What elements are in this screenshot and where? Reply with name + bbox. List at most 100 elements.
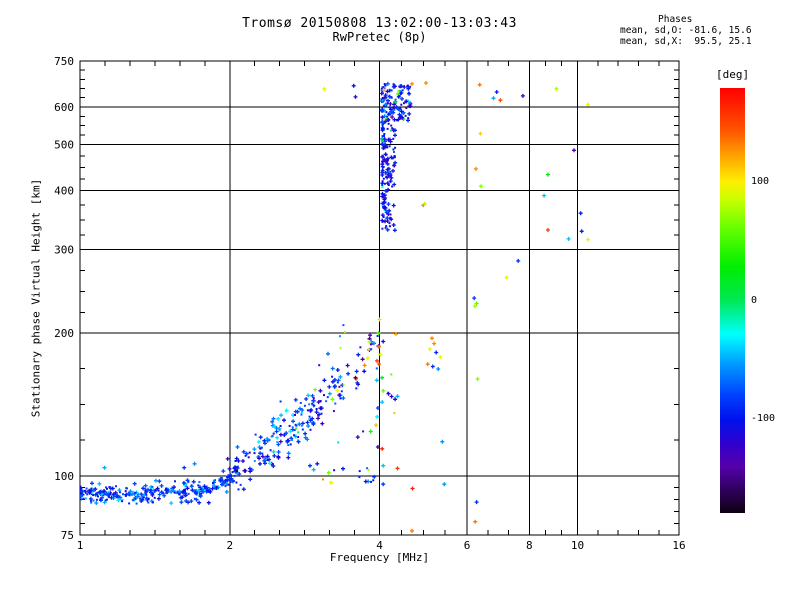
data-point <box>330 397 335 402</box>
data-point <box>261 452 264 455</box>
data-point <box>578 211 583 216</box>
data-point <box>385 175 388 178</box>
data-point <box>84 497 87 500</box>
data-point <box>335 388 340 393</box>
data-point <box>387 163 390 166</box>
data-point <box>326 396 329 399</box>
data-point <box>516 258 521 263</box>
data-point <box>380 375 385 380</box>
data-point <box>179 500 184 505</box>
data-point <box>104 493 107 496</box>
data-point <box>377 317 382 322</box>
data-point <box>315 461 320 466</box>
data-point <box>338 385 341 388</box>
data-point <box>378 352 383 357</box>
data-point <box>393 397 398 402</box>
data-point <box>403 102 405 105</box>
data-point <box>345 363 350 368</box>
data-point <box>121 500 124 503</box>
data-point <box>320 421 325 426</box>
data-point <box>338 374 343 379</box>
data-point <box>341 466 345 471</box>
data-point <box>472 296 477 301</box>
data-point <box>389 129 392 132</box>
data-point <box>355 435 360 440</box>
data-point <box>341 396 346 401</box>
data-point <box>89 499 92 502</box>
data-point <box>197 484 200 487</box>
y-tick-label: 500 <box>54 138 74 151</box>
data-point <box>299 402 302 404</box>
data-point <box>313 404 316 407</box>
data-point <box>491 96 496 101</box>
data-point <box>132 481 137 486</box>
data-point <box>145 493 148 496</box>
data-point <box>239 483 242 486</box>
data-point <box>325 400 328 403</box>
data-point <box>132 499 135 502</box>
data-point <box>115 485 117 488</box>
data-point <box>157 479 162 484</box>
data-point <box>424 81 428 85</box>
data-point <box>425 362 430 367</box>
data-point <box>184 488 187 491</box>
data-point <box>293 434 295 437</box>
data-point <box>278 439 283 444</box>
data-point <box>315 408 318 410</box>
data-point <box>382 177 385 180</box>
colorbar-label: [deg] <box>716 68 750 81</box>
data-point <box>398 85 401 88</box>
data-point <box>390 373 393 376</box>
data-point <box>365 356 370 361</box>
data-point <box>474 500 479 505</box>
data-point <box>376 331 381 336</box>
data-point <box>401 89 404 92</box>
data-point <box>151 501 154 504</box>
data-point <box>498 98 503 103</box>
x-axis-label: Frequency [MHz] <box>329 551 430 564</box>
data-point <box>380 164 385 169</box>
data-point <box>375 367 378 370</box>
data-point <box>478 131 483 136</box>
data-point <box>119 491 122 494</box>
data-point <box>327 391 332 396</box>
data-point <box>306 424 311 428</box>
data-point <box>193 497 196 500</box>
data-point <box>368 429 373 434</box>
data-point <box>370 480 372 483</box>
data-point <box>554 86 559 91</box>
data-point <box>228 476 231 479</box>
data-point <box>295 427 298 430</box>
data-point <box>106 487 108 490</box>
data-point <box>220 477 223 479</box>
data-point <box>410 528 414 533</box>
data-point <box>572 148 576 153</box>
data-point <box>304 397 309 401</box>
colorbar-tick-label: 0 <box>751 294 758 306</box>
data-point <box>391 203 396 208</box>
data-point <box>334 402 337 405</box>
data-point <box>272 453 277 458</box>
data-point <box>276 450 281 454</box>
data-point <box>374 423 378 428</box>
data-point <box>366 467 369 470</box>
data-point <box>308 463 312 468</box>
data-point <box>323 394 325 397</box>
data-point <box>308 415 311 418</box>
data-point <box>206 500 211 505</box>
data-point <box>372 479 375 482</box>
data-point <box>177 491 180 494</box>
data-point <box>198 493 201 496</box>
data-point <box>351 83 356 88</box>
data-point <box>475 377 480 381</box>
data-point <box>332 410 335 413</box>
data-point <box>146 489 149 492</box>
data-point <box>317 414 320 417</box>
y-tick-label: 750 <box>54 55 74 68</box>
data-point <box>318 364 321 367</box>
data-point <box>356 352 361 357</box>
colorbar-gradient <box>720 88 745 513</box>
data-point <box>279 425 282 427</box>
data-point <box>545 228 550 232</box>
data-point <box>258 461 262 466</box>
